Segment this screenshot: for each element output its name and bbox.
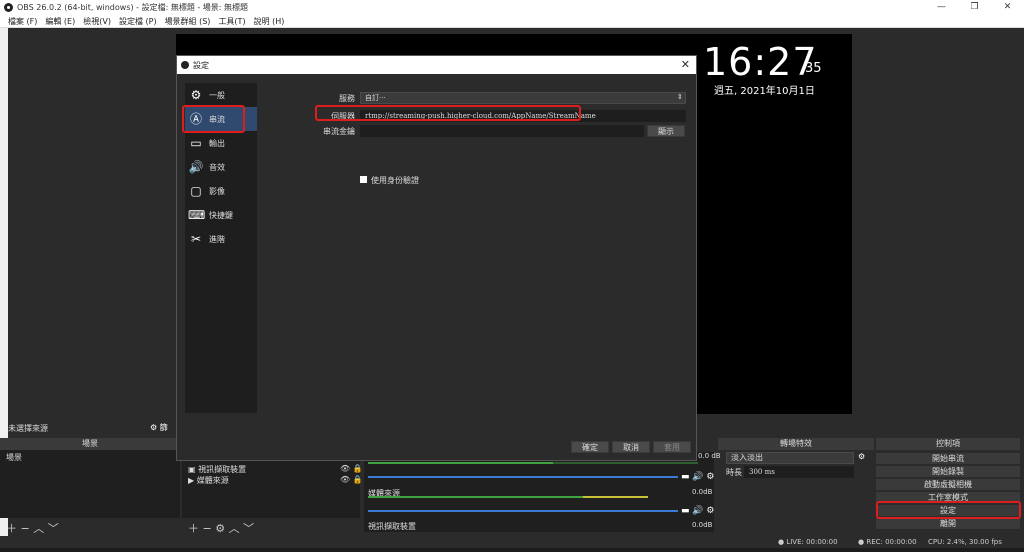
preview-clock-date: 週五, 2021年10月1日: [714, 86, 815, 97]
sidebar-item-output[interactable]: ▭ 輸出: [185, 131, 257, 155]
menu-view[interactable]: 檢視(V): [83, 16, 111, 27]
settings-dialog: 設定 ✕ ⚙ 一般 Ⓐ 串流 ▭ 輸出 🔊 音效 ▢ 影像 ⌨ 快捷鍵 ✂ 進階: [176, 55, 697, 461]
live-text: LIVE: 00:00:00: [786, 538, 838, 546]
start-virtual-camera-button[interactable]: 啟動虛擬相機: [876, 479, 1020, 490]
sidebar-item-hotkeys[interactable]: ⌨ 快捷鍵: [185, 203, 257, 227]
scenes-dock-title: 場景: [0, 438, 180, 450]
monitor-icon: ▢: [190, 184, 202, 198]
filters-label: 篩: [159, 423, 168, 432]
mixer-meter-yellow: [583, 496, 648, 498]
duration-label: 時長: [726, 468, 742, 477]
cpu-status: CPU: 2.4%, 30.00 fps: [928, 538, 1002, 546]
chevron-updown-icon: ⇕: [677, 93, 683, 101]
highlight-server-field: [315, 105, 581, 121]
sidebar-item-label: 影像: [209, 186, 225, 196]
output-icon: ▭: [190, 136, 202, 150]
menu-scene-collection[interactable]: 場景群組 (S): [165, 16, 211, 27]
preview-clock-seconds: 35: [805, 61, 822, 76]
transitions-dock-title: 轉場特效: [718, 438, 874, 450]
visibility-lock-icons[interactable]: 👁 🔒: [340, 464, 363, 473]
sidebar-item-advanced[interactable]: ✂ 進階: [185, 227, 257, 251]
stream-key-label: 串流金鑰: [323, 127, 355, 136]
live-status: ● LIVE: 00:00:00: [778, 538, 838, 546]
settings-dialog-titlebar: 設定: [177, 56, 696, 74]
filters-button[interactable]: ⚙ 篩: [150, 422, 168, 433]
mixer-controls[interactable]: ▬ 🔊 ⚙: [681, 472, 715, 482]
no-source-label: 未選擇來源: [8, 424, 48, 433]
sidebar-item-video[interactable]: ▢ 影像: [185, 179, 257, 203]
mixer-track-name: 視訊擷取裝置: [368, 522, 416, 531]
scenes-list[interactable]: [0, 450, 180, 518]
tools-icon: ✂: [190, 232, 202, 246]
source-label: 視訊擷取裝置: [198, 465, 247, 474]
start-recording-button[interactable]: 開始錄製: [876, 466, 1020, 477]
mixer-controls[interactable]: ▬ 🔊 ⚙: [681, 506, 715, 516]
rec-status: ● REC: 00:00:00: [858, 538, 917, 546]
rec-text: REC: 00:00:00: [866, 538, 917, 546]
window-titlebar: OBS 26.0.2 (64-bit, windows) - 設定檔: 無標題 …: [0, 0, 1024, 15]
sources-toolbar[interactable]: ＋ − ⚙ ︿ ﹀: [188, 520, 254, 536]
sidebar-item-audio[interactable]: 🔊 音效: [185, 155, 257, 179]
obs-logo-icon: [4, 3, 13, 12]
mixer-level: 0.0dB: [692, 488, 713, 496]
exit-button[interactable]: 離開: [876, 518, 1020, 529]
menu-tools[interactable]: 工具(T): [218, 16, 245, 27]
menu-edit[interactable]: 編輯 (E): [45, 16, 75, 27]
service-label: 服務: [339, 94, 355, 103]
use-auth-checkbox[interactable]: [360, 176, 367, 183]
status-bar: ● LIVE: 00:00:00 ● REC: 00:00:00 CPU: 2.…: [0, 536, 1024, 548]
menu-file[interactable]: 檔案 (F): [8, 16, 37, 27]
obs-logo-icon: [181, 61, 189, 69]
window-title: OBS 26.0.2 (64-bit, windows) - 設定檔: 無標題 …: [17, 3, 249, 12]
speaker-icon: 🔊: [188, 160, 204, 174]
sidebar-item-general[interactable]: ⚙ 一般: [185, 83, 257, 107]
stream-key-input[interactable]: [360, 125, 644, 137]
apply-button[interactable]: 套用: [653, 441, 691, 453]
window-controls: — ❐ ✕: [925, 0, 1024, 15]
source-item-media[interactable]: ▶ 媒體來源: [188, 475, 229, 486]
scenes-toolbar[interactable]: ＋ − ︿ ﹀: [6, 520, 59, 536]
cancel-button[interactable]: 取消: [612, 441, 650, 453]
transition-select[interactable]: 淡入淡出: [726, 452, 854, 464]
visibility-lock-icons[interactable]: 👁 🔒: [340, 475, 363, 484]
sidebar-item-label: 音效: [209, 162, 225, 172]
keyboard-icon: ⌨: [188, 208, 206, 222]
menu-profile[interactable]: 設定檔 (P): [119, 16, 157, 27]
mixer-meter: [368, 496, 583, 498]
sidebar-item-label: 快捷鍵: [209, 210, 233, 220]
scene-item[interactable]: 場景: [6, 452, 22, 463]
mixer-level: 0.0dB: [692, 521, 713, 529]
settings-dialog-title: 設定: [193, 60, 209, 70]
taskbar: [0, 548, 1024, 552]
source-item-video-capture[interactable]: ▣ 視訊擷取裝置: [188, 464, 246, 475]
volume-slider[interactable]: [368, 476, 678, 478]
service-select[interactable]: 自訂···: [360, 92, 686, 104]
controls-dock-title: 控制項: [876, 438, 1020, 450]
gear-icon: ⚙: [190, 88, 202, 102]
close-button[interactable]: ✕: [991, 0, 1024, 15]
sidebar-item-label: 輸出: [209, 138, 225, 148]
sidebar-item-label: 進階: [209, 234, 225, 244]
maximize-button[interactable]: ❐: [958, 0, 991, 15]
ok-button[interactable]: 確定: [571, 441, 609, 453]
mixer-meter: [368, 462, 553, 464]
start-streaming-button[interactable]: 開始串流: [876, 453, 1020, 464]
audio-mixer: [364, 452, 714, 532]
sidebar-item-label: 一般: [209, 90, 225, 100]
show-key-button[interactable]: 顯示: [647, 125, 685, 137]
highlight-settings-button: [876, 501, 1021, 519]
highlight-stream-tab: [182, 105, 245, 133]
menu-bar: 檔案 (F) 編輯 (E) 檢視(V) 設定檔 (P) 場景群組 (S) 工具(…: [0, 15, 1024, 28]
menu-help[interactable]: 說明 (H): [254, 16, 285, 27]
source-label: 媒體來源: [196, 476, 229, 485]
volume-slider[interactable]: [368, 510, 678, 512]
duration-input[interactable]: 300 ms: [744, 466, 854, 478]
mixer-meter-bg: [553, 462, 698, 464]
transition-settings-icon[interactable]: ⚙: [858, 452, 865, 461]
preview-clock-time: 16:27: [703, 40, 818, 84]
minimize-button[interactable]: —: [925, 0, 958, 15]
settings-close-icon[interactable]: ✕: [681, 58, 690, 71]
mixer-level: 0.0 dB: [698, 452, 721, 460]
use-auth-label: 使用身份驗證: [371, 176, 419, 185]
